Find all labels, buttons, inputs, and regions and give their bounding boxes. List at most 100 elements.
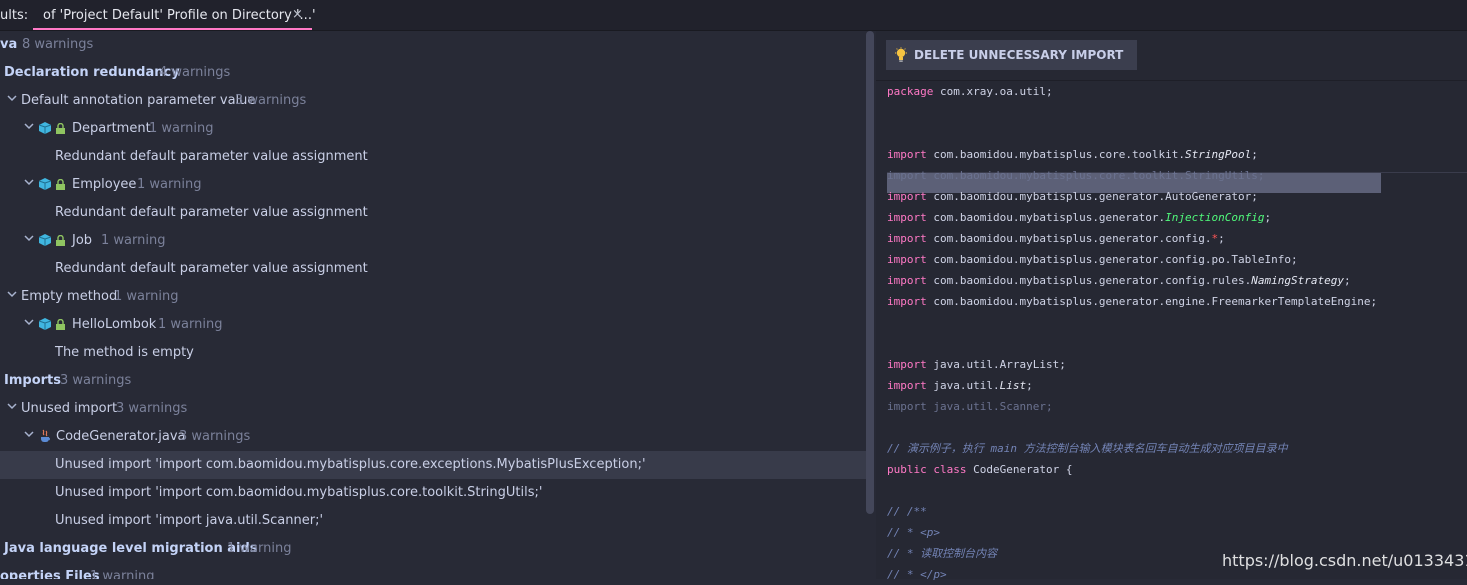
chevron-down-icon[interactable] <box>23 316 35 328</box>
code-line: public class CodeGenerator { <box>887 459 1072 480</box>
class-icon <box>39 318 51 330</box>
tree-row-problem[interactable]: Redundant default parameter value assign… <box>0 143 868 171</box>
code-line: package com.xray.oa.util; <box>887 81 1053 102</box>
tree-node-label: Declaration redundancy <box>4 65 180 80</box>
keyword: import <box>887 274 927 287</box>
tree-row-problem[interactable]: Redundant default parameter value assign… <box>0 255 868 283</box>
scrollbar[interactable] <box>866 31 874 514</box>
tree-row-java[interactable]: va 8 warnings <box>0 31 868 59</box>
problem-description: Unused import 'import java.util.Scanner;… <box>55 513 324 528</box>
tree-row-hellolombok[interactable]: HelloLombok 1 warning <box>0 311 868 339</box>
warning-count: 1 warning <box>149 121 214 136</box>
code-line: import com.baomidou.mybatisplus.generato… <box>887 228 1225 249</box>
chevron-down-icon[interactable] <box>6 400 18 412</box>
keyword: import <box>887 358 927 371</box>
warning-count: 1 warning <box>137 177 202 192</box>
warning-count: 8 warnings <box>22 37 94 52</box>
code-line: import com.baomidou.mybatisplus.generato… <box>887 291 1377 312</box>
tree-row-default-annotation[interactable]: Default annotation parameter value 3 war… <box>0 87 868 115</box>
tree-row-problem[interactable]: The method is empty <box>0 339 868 367</box>
code-line: import com.baomidou.mybatisplus.generato… <box>887 186 1258 207</box>
warning-count: 1 warning <box>90 569 155 579</box>
delete-unnecessary-import-button[interactable]: DELETE UNNECESSARY IMPORT <box>886 40 1137 70</box>
code-text: java.util.ArrayList; <box>926 358 1066 371</box>
lock-icon <box>56 123 65 134</box>
warning-count: 4 warnings <box>159 65 231 80</box>
warning-count: 3 warnings <box>235 93 307 108</box>
code-text: ; <box>1251 148 1258 161</box>
code-text: ; <box>1026 379 1033 392</box>
inspection-results-tree[interactable]: va 8 warnings Declaration redundancy 4 w… <box>0 31 868 579</box>
tree-row-properties-files[interactable]: operties Files 1 warning <box>0 563 868 579</box>
keyword: import <box>887 295 927 308</box>
code-text: com.baomidou.mybatisplus.generator.confi… <box>926 274 1252 287</box>
fix-label: DELETE UNNECESSARY IMPORT <box>914 48 1124 62</box>
tree-row-job[interactable]: Job 1 warning <box>0 227 868 255</box>
tree-node-label: Department <box>72 121 151 136</box>
chevron-down-icon[interactable] <box>23 120 35 132</box>
code-text: ; <box>1343 274 1351 287</box>
tree-row-problem-selected[interactable]: Unused import 'import com.baomidou.mybat… <box>0 451 868 479</box>
code-comment: // * 读取控制台内容 <box>887 547 998 560</box>
code-line: import com.baomidou.mybatisplus.generato… <box>887 270 1351 291</box>
keyword: import <box>887 148 927 161</box>
code-preview-pane: DELETE UNNECESSARY IMPORT package com.xr… <box>876 31 1467 581</box>
code-line: import com.baomidou.mybatisplus.core.too… <box>887 144 1258 165</box>
code-text: ; <box>1218 232 1225 245</box>
chevron-down-icon[interactable] <box>6 288 18 300</box>
code-text: com.baomidou.mybatisplus.generator.engin… <box>926 295 1378 308</box>
tree-node-label: Imports <box>4 373 61 388</box>
tree-row-problem[interactable]: Redundant default parameter value assign… <box>0 199 868 227</box>
code-text: com.baomidou.mybatisplus.core.toolkit. <box>926 148 1186 161</box>
tree-node-label: va <box>0 37 18 52</box>
warning-count: 1 warning <box>158 317 223 332</box>
code-comment: // * <p> <box>887 526 940 539</box>
tab-inspection-results[interactable]: of 'Project Default' Profile on Director… <box>33 0 316 30</box>
tree-row-java-migration[interactable]: Java language level migration aids 1 war… <box>0 535 868 563</box>
code-text: com.xray.oa.util; <box>933 85 1053 98</box>
lightbulb-icon <box>895 47 907 62</box>
keyword: public class <box>887 463 967 476</box>
tree-row-department[interactable]: Department 1 warning <box>0 115 868 143</box>
watermark-text: https://blog.csdn.net/u013343114 <box>1222 551 1467 570</box>
chevron-down-icon[interactable] <box>23 232 35 244</box>
tree-row-problem[interactable]: Unused import 'import java.util.Scanner;… <box>0 507 868 535</box>
tree-row-imports[interactable]: Imports 3 warnings <box>0 367 868 395</box>
tree-row-employee[interactable]: Employee 1 warning <box>0 171 868 199</box>
code-comment: // /** <box>887 505 927 518</box>
code-text: com.baomidou.mybatisplus.generator.confi… <box>926 232 1212 245</box>
lock-icon <box>56 235 65 246</box>
code-line: import java.util.List; <box>887 375 1033 396</box>
java-file-icon <box>41 429 50 442</box>
keyword: import <box>887 190 927 203</box>
problem-description: The method is empty <box>55 345 194 360</box>
keyword: package <box>887 85 934 98</box>
keyword: import <box>887 253 927 266</box>
lock-icon <box>56 179 65 190</box>
warning-count: 3 warnings <box>60 373 132 388</box>
warning-count: 3 warnings <box>116 401 188 416</box>
chevron-down-icon[interactable] <box>23 176 35 188</box>
tree-row-declaration-redundancy[interactable]: Declaration redundancy 4 warnings <box>0 59 868 87</box>
tree-row-codegenerator[interactable]: CodeGenerator.java 3 warnings <box>0 423 868 451</box>
class-icon <box>39 122 51 134</box>
tab-label: of 'Project Default' Profile on Director… <box>43 8 316 23</box>
tree-node-label: CodeGenerator.java <box>56 429 186 444</box>
tree-row-unused-import[interactable]: Unused import 3 warnings <box>0 395 868 423</box>
code-identifier: NamingStrategy <box>1251 274 1344 287</box>
keyword: import <box>887 211 927 224</box>
tree-row-empty-method[interactable]: Empty method 1 warning <box>0 283 868 311</box>
code-text: com.baomidou.mybatisplus.generator.confi… <box>926 253 1298 266</box>
warning-count: 1 warning <box>114 289 179 304</box>
code-line: import com.baomidou.mybatisplus.generato… <box>887 249 1298 270</box>
tree-row-problem[interactable]: Unused import 'import com.baomidou.mybat… <box>0 479 868 507</box>
chevron-down-icon[interactable] <box>6 92 18 104</box>
chevron-down-icon[interactable] <box>23 428 35 440</box>
code-text: java.util. <box>926 379 1000 392</box>
tree-node-label: HelloLombok <box>72 317 157 332</box>
code-line-unused: import com.baomidou.mybatisplus.core.too… <box>887 169 1265 182</box>
problem-description: Unused import 'import com.baomidou.mybat… <box>55 457 646 472</box>
code-comment: // 演示例子，执行 main 方法控制台输入模块表名回车自动生成对应项目目录中 <box>887 442 1288 455</box>
code-line-unused: import java.util.Scanner; <box>887 400 1053 413</box>
close-icon[interactable]: × <box>292 7 303 22</box>
